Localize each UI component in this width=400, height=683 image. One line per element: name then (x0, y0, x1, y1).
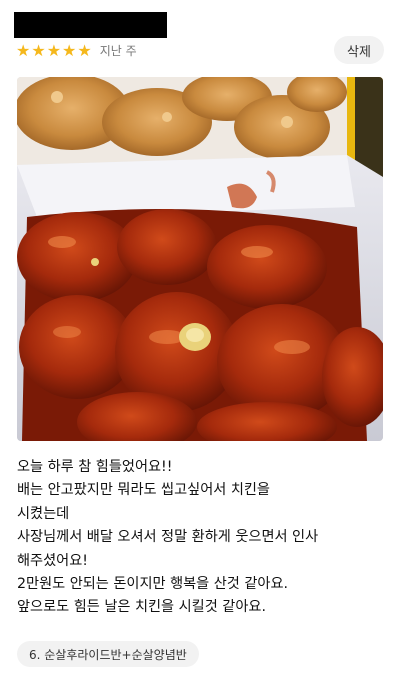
rating-stars: ★ ★ ★ ★ ★ (16, 40, 92, 60)
redacted-username (14, 12, 167, 38)
delete-button[interactable]: 삭제 (334, 36, 384, 64)
menu-chip[interactable]: 6. 순살후라이드반+순살양념반 (17, 641, 199, 667)
review-text: 오늘 하루 참 힘들었어요!! 배는 안고팠지만 뭐라도 씹고싶어서 치킨을 시… (17, 459, 319, 616)
star-icon: ★ (46, 40, 62, 60)
review-date: 지난 주 (99, 44, 137, 58)
chicken-photo-image (17, 77, 383, 441)
star-icon: ★ (31, 40, 46, 60)
star-icon: ★ (62, 40, 77, 60)
review-meta: ★ ★ ★ ★ ★ 지난 주 (16, 42, 137, 59)
star-icon: ★ (16, 40, 31, 60)
star-icon: ★ (77, 40, 92, 60)
review-photo[interactable] (17, 77, 383, 441)
